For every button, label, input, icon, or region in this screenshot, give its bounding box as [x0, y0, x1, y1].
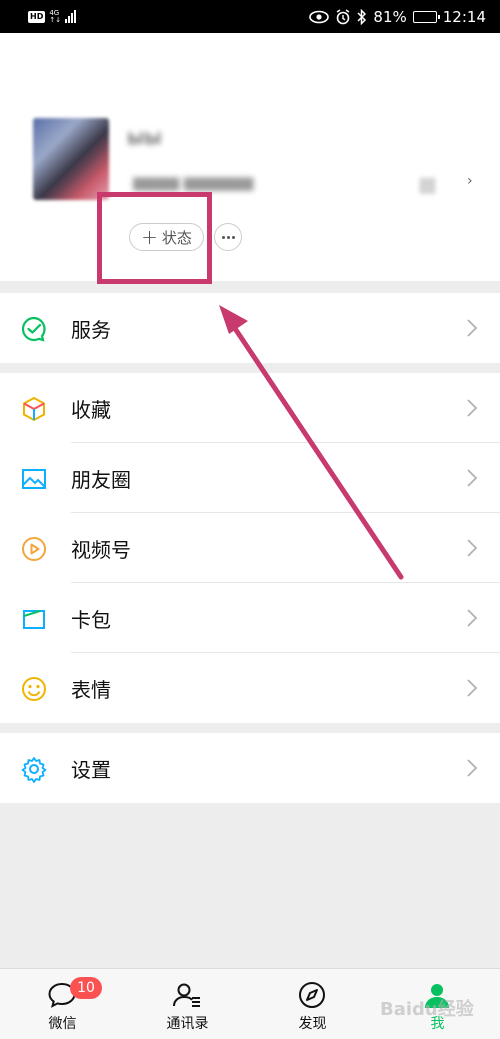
chevron-right-icon[interactable]: ›	[467, 173, 473, 189]
wechat-id: ▆▆▆▆ ▆▆▆▆▆▆	[133, 173, 254, 191]
profile-header[interactable]: ыы ▆▆▆▆ ▆▆▆▆▆▆ ▦ › + 状态	[0, 33, 500, 281]
menu-item-cards[interactable]: 卡包	[0, 583, 500, 653]
chevron-right-icon	[467, 399, 478, 417]
menu-item-stickers[interactable]: 表情	[0, 653, 500, 723]
unread-badge: 10	[70, 977, 102, 999]
menu-label-stickers: 表情	[71, 677, 111, 702]
baidu-watermark: Baidu经验	[380, 999, 474, 1020]
tab-label-contacts: 通讯录	[166, 1016, 209, 1032]
bluetooth-icon	[357, 8, 367, 25]
chevron-right-icon	[467, 539, 478, 557]
chevron-right-icon	[467, 759, 478, 777]
annotation-highlight-box	[97, 192, 212, 284]
chevron-right-icon	[467, 609, 478, 627]
compass-icon	[299, 982, 325, 1008]
avatar[interactable]	[33, 118, 109, 200]
battery-icon	[412, 10, 440, 23]
tab-label-chats: 微信	[48, 1016, 77, 1032]
chevron-right-icon	[467, 319, 478, 337]
group-main: 收藏 朋友圈 视频号 卡包 表情	[0, 373, 500, 723]
menu-label-favorites: 收藏	[71, 397, 111, 422]
cube-icon	[23, 396, 45, 422]
group-service: 服务	[0, 293, 500, 363]
group-settings: 设置	[0, 733, 500, 803]
status-right: 81% 12:14	[309, 8, 486, 26]
chevron-right-icon	[467, 469, 478, 487]
nickname: ыы	[127, 125, 162, 150]
more-status-button[interactable]	[214, 223, 242, 251]
battery-percent: 81%	[373, 7, 407, 26]
menu-label-settings: 设置	[71, 757, 111, 782]
gear-icon	[21, 757, 47, 783]
menu-item-moments[interactable]: 朋友圈	[0, 443, 500, 513]
status-left: HD 4G ↑↓	[28, 8, 77, 24]
alarm-icon	[337, 8, 350, 24]
chevron-right-icon	[467, 679, 478, 697]
network-type: 4G ↑↓	[49, 8, 62, 24]
menu-label-cards: 卡包	[71, 607, 111, 632]
qr-code-icon[interactable]: ▦	[418, 173, 440, 195]
hd-badge: HD	[28, 10, 46, 23]
status-bar: HD 4G ↑↓ 81% 12:14	[0, 0, 500, 33]
tab-discover[interactable]: 发现	[250, 969, 375, 1039]
menu-item-settings[interactable]: 设置	[0, 733, 500, 803]
play-circle-icon	[22, 537, 46, 561]
eye-icon	[309, 10, 330, 23]
menu-item-channels[interactable]: 视频号	[0, 513, 500, 583]
smiley-icon	[22, 677, 46, 701]
menu-label-channels: 视频号	[71, 537, 131, 562]
tab-chats[interactable]: 10 微信	[0, 969, 125, 1039]
menu-item-favorites[interactable]: 收藏	[0, 373, 500, 443]
tab-label-discover: 发现	[298, 1016, 327, 1032]
tab-contacts[interactable]: 通讯录	[125, 969, 250, 1039]
contacts-icon	[173, 983, 200, 1007]
clock: 12:14	[442, 7, 486, 26]
image-icon	[22, 469, 46, 489]
menu-item-service[interactable]: 服务	[0, 293, 500, 363]
signal-icon	[65, 10, 77, 23]
wallet-icon	[23, 610, 45, 629]
service-icon	[21, 316, 46, 342]
menu-label-service: 服务	[71, 317, 111, 342]
menu-label-moments: 朋友圈	[71, 467, 131, 492]
